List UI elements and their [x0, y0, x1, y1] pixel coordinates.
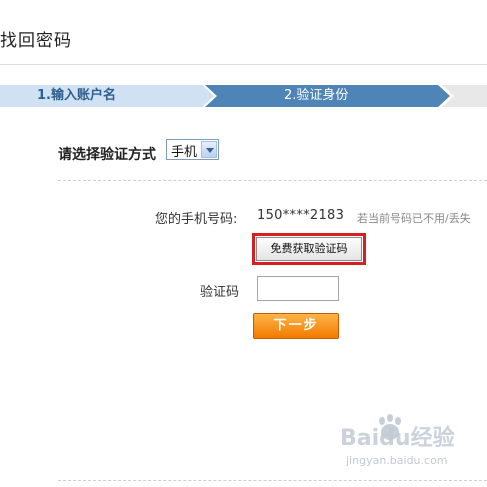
get-verification-code-button[interactable]: 免费获取验证码: [256, 237, 362, 261]
next-step-button[interactable]: 下一步: [253, 313, 339, 339]
verification-code-input[interactable]: [257, 276, 339, 301]
step-2-label: 2.验证身份: [284, 88, 349, 103]
bottom-divider: [58, 480, 487, 481]
baidu-jingyan-watermark: Baidu经验 jingyan.baidu.com: [340, 414, 455, 467]
verification-method-value: 手机: [171, 145, 198, 160]
section-divider: [58, 180, 487, 181]
chevron-down-icon[interactable]: [201, 141, 217, 158]
step-1-label: 1.输入账户名: [37, 88, 116, 103]
header-divider: [0, 64, 487, 65]
phone-number-label: 您的手机号码:: [155, 212, 238, 227]
page-title: 找回密码: [0, 31, 72, 51]
watermark-url: jingyan.baidu.com: [345, 454, 448, 467]
verification-code-label: 验证码: [200, 285, 240, 300]
watermark-brand: Baidu经验: [340, 425, 455, 451]
phone-number-value: 150****2183: [257, 208, 345, 223]
verification-method-label: 请选择验证方式: [58, 147, 156, 163]
verification-method-select[interactable]: 手机: [166, 139, 219, 160]
phone-lost-hint[interactable]: 若当前号码已不用/丢失: [357, 210, 471, 226]
step-progress-bar: 1.输入账户名 2.验证身份: [0, 85, 487, 107]
